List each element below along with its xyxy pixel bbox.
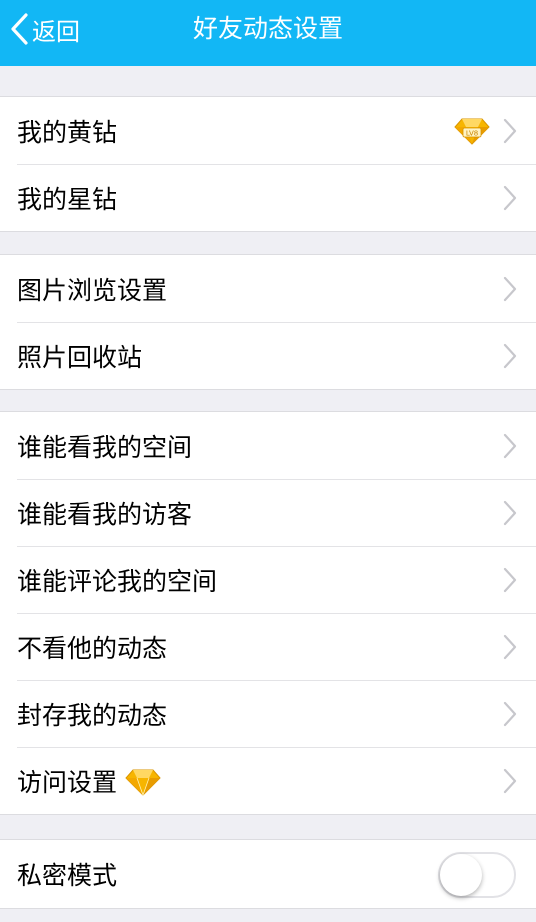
settings-group-privacy: 谁能看我的空间 谁能看我的访客 谁能评论我的空间 不看他的动态 封存我的动态 访… xyxy=(0,411,536,815)
settings-group-vip: 我的黄钻 LV8 我的星钻 xyxy=(0,96,536,232)
settings-row-who-can-comment[interactable]: 谁能评论我的空间 xyxy=(0,546,536,613)
settings-group-photos: 图片浏览设置 照片回收站 xyxy=(0,254,536,390)
chevron-right-icon xyxy=(503,276,517,301)
row-label: 不看他的动态 xyxy=(17,633,168,663)
chevron-right-icon xyxy=(503,343,517,368)
chevron-right-icon xyxy=(503,701,517,726)
row-label: 我的黄钻 xyxy=(17,117,118,147)
settings-row-star-diamond[interactable]: 我的星钻 xyxy=(0,164,536,231)
svg-text:LV8: LV8 xyxy=(466,129,478,137)
settings-row-photo-recycle-bin[interactable]: 照片回收站 xyxy=(0,322,536,389)
chevron-right-icon xyxy=(503,567,517,592)
toggle-knob xyxy=(440,853,482,896)
chevron-right-icon xyxy=(503,768,517,793)
settings-row-access-settings[interactable]: 访问设置 xyxy=(0,747,536,814)
settings-row-who-can-view-space[interactable]: 谁能看我的空间 xyxy=(0,412,536,479)
row-label: 封存我的动态 xyxy=(17,700,168,730)
yellow-diamond-icon xyxy=(125,767,161,797)
settings-row-who-can-view-visitors[interactable]: 谁能看我的访客 xyxy=(0,479,536,546)
row-label: 谁能看我的空间 xyxy=(17,432,193,462)
row-label: 访问设置 xyxy=(17,767,118,797)
settings-row-image-browsing[interactable]: 图片浏览设置 xyxy=(0,255,536,322)
settings-row-private-mode: 私密模式 xyxy=(0,840,536,907)
settings-group-private-mode: 私密模式 xyxy=(0,839,536,909)
chevron-right-icon xyxy=(503,118,517,143)
settings-row-archive-my-feed[interactable]: 封存我的动态 xyxy=(0,680,536,747)
page-title: 好友动态设置 xyxy=(192,14,343,43)
row-label: 谁能看我的访客 xyxy=(17,499,193,529)
chevron-right-icon xyxy=(503,500,517,525)
row-label: 照片回收站 xyxy=(17,342,143,372)
chevron-right-icon xyxy=(503,433,517,458)
row-label: 谁能评论我的空间 xyxy=(17,566,218,596)
row-label: 我的星钻 xyxy=(17,184,118,214)
settings-row-yellow-diamond[interactable]: 我的黄钻 LV8 xyxy=(0,97,536,164)
chevron-right-icon xyxy=(503,185,517,210)
navigation-bar: 返回 好友动态设置 xyxy=(0,0,536,66)
row-label: 图片浏览设置 xyxy=(17,275,168,305)
settings-row-hide-their-feed[interactable]: 不看他的动态 xyxy=(0,613,536,680)
yellow-diamond-lv-icon: LV8 xyxy=(454,116,490,146)
row-label: 私密模式 xyxy=(17,860,118,890)
private-mode-toggle[interactable] xyxy=(438,851,516,898)
chevron-right-icon xyxy=(503,634,517,659)
